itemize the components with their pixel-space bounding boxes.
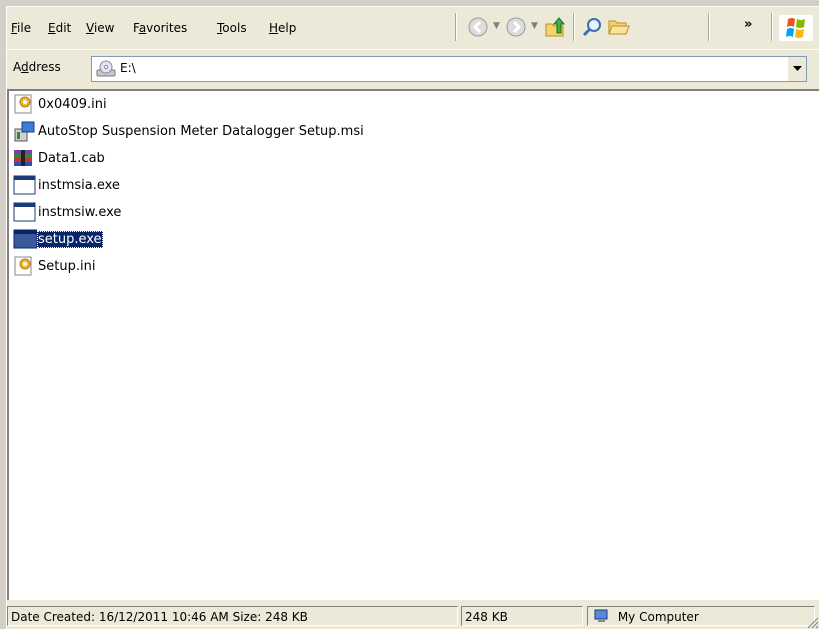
my-computer-icon [594, 609, 608, 622]
status-bar: Date Created: 16/12/2011 10:46 AM Size: … [7, 604, 819, 629]
forward-dropdown-icon[interactable]: ▼ [531, 21, 538, 31]
list-item[interactable]: AutoStop Suspension Meter Datalogger Set… [13, 120, 365, 142]
cd-drive-icon [96, 60, 116, 78]
list-item[interactable]: 0x0409.ini [13, 93, 108, 115]
search-icon [582, 18, 601, 37]
status-zone-label: My Computer [617, 610, 699, 624]
file-name: Data1.cab [38, 150, 105, 166]
address-dropdown-button[interactable] [787, 57, 806, 81]
windows-logo [779, 15, 813, 41]
file-name: AutoStop Suspension Meter Datalogger Set… [38, 123, 364, 139]
chevron-down-icon [792, 66, 802, 71]
forward-icon [506, 17, 526, 37]
status-details: Date Created: 16/12/2011 10:46 AM Size: … [7, 606, 458, 626]
list-item-selected[interactable]: setup.exe [13, 228, 103, 250]
menu-file[interactable]: File [11, 19, 31, 37]
list-item[interactable]: instmsiw.exe [13, 201, 122, 223]
menu-toolbar-bar: File Edit View Favorites Tools Help ▼ ▼ [7, 7, 819, 47]
file-name: instmsiw.exe [38, 204, 122, 220]
toolbar-separator [708, 13, 710, 41]
msi-installer-icon [13, 120, 37, 142]
exe-window-icon [13, 201, 37, 223]
cab-archive-icon [13, 147, 37, 169]
back-dropdown-icon[interactable]: ▼ [493, 21, 500, 31]
ini-file-icon [13, 255, 37, 277]
up-folder-icon [545, 17, 566, 37]
file-name: 0x0409.ini [38, 96, 107, 112]
file-name: setup.exe [37, 230, 103, 248]
address-input[interactable]: E:\ [91, 56, 807, 82]
file-list[interactable]: 0x0409.ini AutoStop Suspension Meter Dat… [7, 89, 819, 600]
menu-view[interactable]: View [86, 19, 114, 37]
list-item[interactable]: instmsia.exe [13, 174, 121, 196]
toolbar-separator [573, 13, 575, 41]
toolbar-separator [771, 13, 773, 41]
status-zone: My Computer [587, 606, 815, 626]
back-icon [468, 17, 488, 37]
menu-favorites[interactable]: Favorites [133, 19, 187, 37]
windows-flag-icon [786, 18, 805, 38]
menu-tools[interactable]: Tools [217, 19, 247, 37]
forward-button[interactable] [503, 14, 529, 40]
search-button[interactable] [579, 14, 605, 40]
resize-grip-icon[interactable] [805, 615, 819, 629]
address-bar: Address E:\ [7, 49, 819, 88]
menu-edit[interactable]: Edit [48, 19, 71, 37]
menu-help[interactable]: Help [269, 19, 296, 37]
back-button[interactable] [465, 14, 491, 40]
list-item[interactable]: Data1.cab [13, 147, 106, 169]
list-item[interactable]: Setup.ini [13, 255, 96, 277]
address-label: Address [13, 60, 61, 74]
file-name: instmsia.exe [38, 177, 120, 193]
exe-window-icon [13, 228, 38, 250]
toolbar-separator [455, 13, 457, 41]
exe-window-icon [13, 174, 37, 196]
status-size: 248 KB [461, 606, 583, 626]
explorer-window: File Edit View Favorites Tools Help ▼ ▼ [6, 6, 819, 629]
toolbar-overflow-chevron[interactable]: » [744, 17, 752, 32]
folders-icon [608, 20, 630, 35]
folders-button[interactable] [606, 14, 632, 40]
up-button[interactable] [542, 14, 568, 40]
address-value: E:\ [120, 61, 136, 75]
ini-file-icon [13, 93, 37, 115]
file-name: Setup.ini [38, 258, 96, 274]
